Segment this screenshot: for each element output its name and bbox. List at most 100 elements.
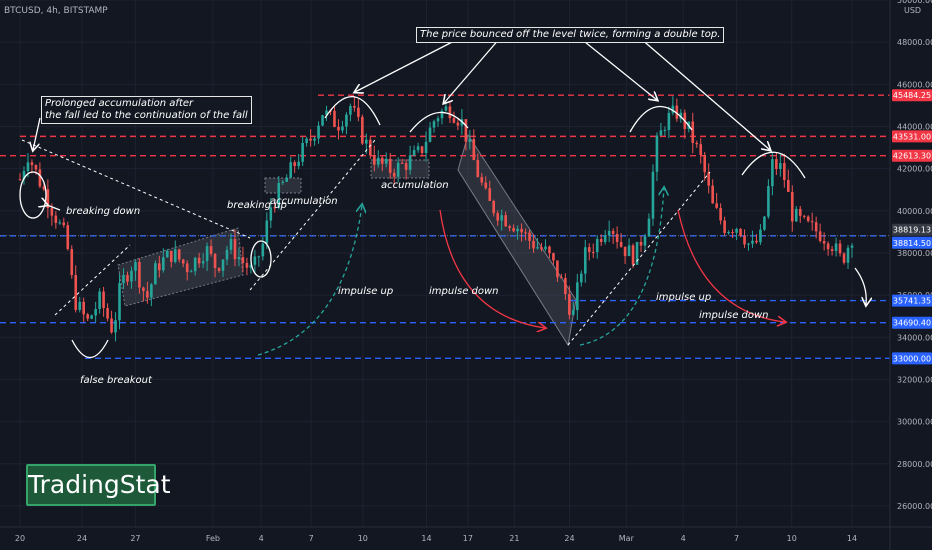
candle-body [472,138,476,161]
candle-body [30,162,34,166]
price-level-value: 38814.50 [893,239,931,248]
candle-body [512,227,515,232]
price-tick-label: 28000.00 [897,460,932,469]
candle-body [798,208,802,216]
candle-body [420,146,424,154]
candle-body [591,251,595,253]
candle-body [544,246,547,250]
candle-body [201,261,205,264]
candle-body [154,263,157,285]
candle-body [337,126,340,131]
candle-body [78,301,82,310]
candle-body [293,162,296,166]
impulse-up-curve [579,188,664,346]
candle-body [38,169,42,187]
false-breakout-label: false breakout [80,375,152,386]
candle-body [432,121,436,128]
candle-body [739,228,742,236]
candle-body [189,271,193,273]
candle-body [488,188,492,201]
candle-body [181,259,185,264]
candle-body [18,179,22,181]
candle-body [122,274,125,284]
logo-text: TradingStat [28,470,171,499]
candle-body [767,186,770,217]
candle-body [297,161,300,166]
candle-body [516,228,519,232]
candle-body [794,208,798,222]
candle-body [755,240,758,243]
candle-body [221,259,225,271]
candle-body [229,239,233,250]
price-axis[interactable]: 26000.00 28000.00 30000.00 32000.00 34000.00… [889,0,932,550]
candle-body [643,236,647,246]
candle-body [715,203,718,208]
candle-body [802,215,806,217]
candle-body [647,218,651,237]
false-breakout-arc [71,339,109,358]
candle-body [556,260,559,278]
price-level-value: 43531.00 [893,132,931,141]
candle-body [771,159,774,187]
candle-body [783,163,786,180]
candle-body [70,249,74,276]
candle-body [369,139,372,156]
candle-body [58,222,62,224]
candle-body [564,278,567,295]
candle-body [416,146,420,151]
candle-body [321,115,324,126]
candle-body [655,135,659,172]
candle-body [265,220,269,244]
candle-body [82,301,85,315]
time-axis[interactable]: 20 24 27 Feb 4 7 10 14 17 21 24 Mar 4 7 10 14 [0,526,932,543]
candle-body [695,142,699,145]
candle-body [233,239,237,260]
candle-body [806,216,810,222]
candle-body [627,245,631,257]
impulse-down-label-2: impulse down [699,310,769,321]
candle-body [603,235,607,242]
time-tick-label: 20 [15,534,25,543]
candle-body [396,162,400,177]
candle-body [731,232,734,234]
candle-body [317,125,320,139]
candle-body [759,229,762,243]
time-tick-label: 10 [787,534,797,543]
candle-body [62,222,66,226]
candle-body [150,284,153,298]
candle-body [333,110,336,127]
candle-body [349,106,352,115]
dome-arc [409,111,469,133]
candle-body [90,315,93,319]
candle-body [615,234,619,242]
candle-body [281,181,285,183]
candle-body [468,138,472,142]
price-tick-label: 42000.00 [897,165,932,174]
callout-arrow [444,37,501,103]
candle-body [524,232,527,234]
callout-arrow [579,37,657,100]
candle-body [528,232,531,241]
candles [18,96,854,342]
last-price-value: 38819.13 [893,226,931,235]
candle-body [169,250,173,262]
candle-body [86,314,89,319]
candle-body [173,249,177,262]
candle-body [392,172,396,177]
symbol-label[interactable]: BTCUSD, 4h, BITSTAMP [4,6,108,16]
candle-body [560,277,563,279]
time-tick-label: 24 [77,534,87,543]
candle-body [456,122,460,126]
candle-body [106,307,109,319]
candle-body [213,253,217,268]
price-tick-label: 26000.00 [897,502,932,511]
candle-body [810,221,814,223]
candle-body [205,246,209,262]
candle-body [424,141,428,154]
price-level-value: 34690.40 [893,319,931,328]
candle-body [480,176,484,183]
candle-body [464,119,468,142]
candle-body [723,220,726,234]
breaking-down-label: breaking down [66,206,141,217]
pattern-shapes [117,133,577,347]
